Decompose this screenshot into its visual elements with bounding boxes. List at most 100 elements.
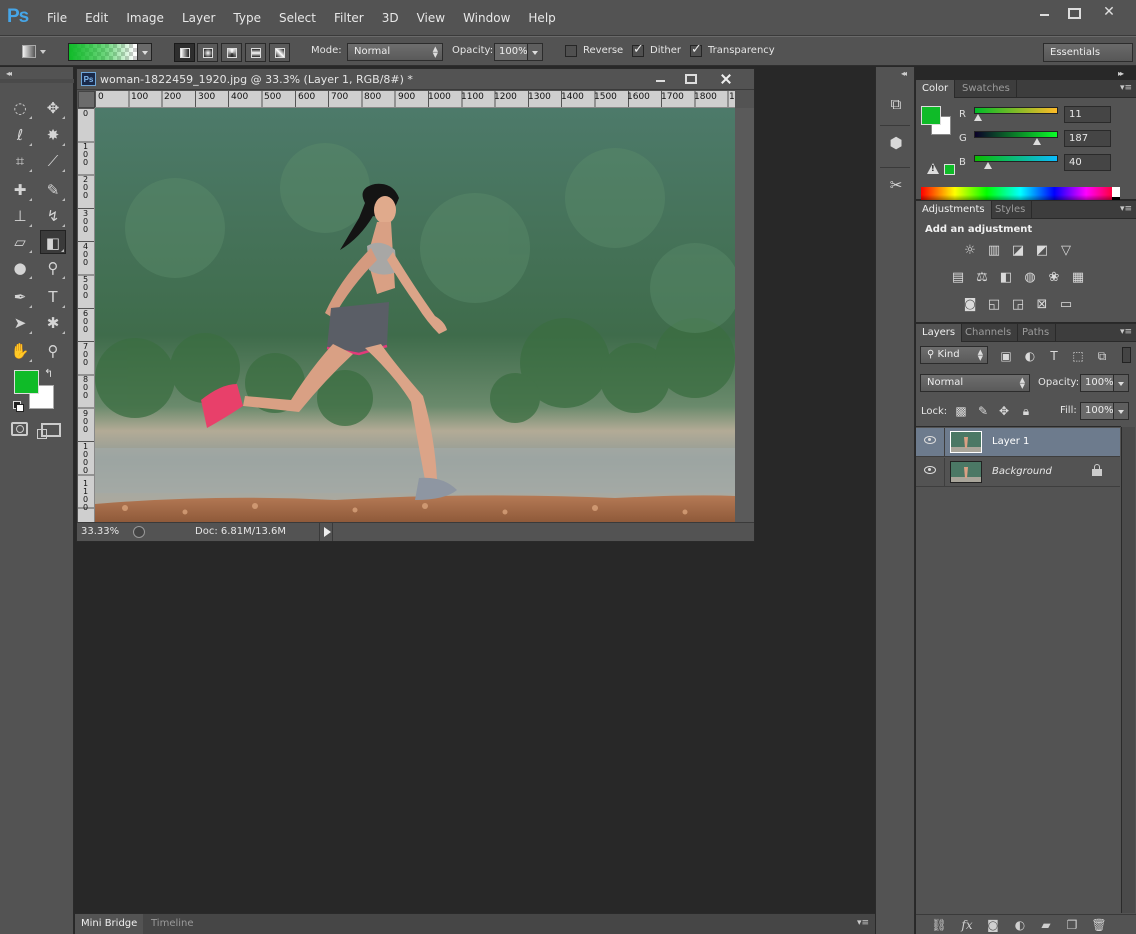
document-maximize-button[interactable] xyxy=(676,71,704,87)
angle-gradient-button[interactable] xyxy=(221,43,242,62)
fill-field[interactable]: 100% xyxy=(1080,402,1129,420)
black-white-icon[interactable]: ◧ xyxy=(997,270,1015,286)
image-canvas[interactable] xyxy=(95,108,735,522)
workspace-switcher[interactable]: Essentials xyxy=(1043,43,1133,62)
photo-filter-icon[interactable]: ◍ xyxy=(1021,270,1039,286)
menu-image[interactable]: Image xyxy=(117,11,173,25)
panel-menu-icon[interactable]: ▾≡ xyxy=(1120,204,1132,214)
brush-tool-icon[interactable]: ✎ xyxy=(40,178,66,202)
menu-window[interactable]: Window xyxy=(454,11,519,25)
layer-row-layer-1[interactable]: Layer 1 xyxy=(916,428,1120,457)
app-minimize-button[interactable] xyxy=(1030,4,1060,22)
type-layer-filter-icon[interactable]: T xyxy=(1046,348,1062,364)
delete-layer-icon[interactable]: 🗑︎ xyxy=(1091,917,1107,933)
tab-layers[interactable]: Layers xyxy=(916,324,963,342)
status-menu-arrow-icon[interactable] xyxy=(324,527,331,537)
fill-dropdown-icon[interactable] xyxy=(1113,402,1129,420)
layers-scrollbar[interactable] xyxy=(1121,427,1135,913)
vertical-ruler[interactable]: 0 1 0 0 2 0 0 3 0 0 4 0 0 5 0 0 6 0 0 7 … xyxy=(78,108,95,522)
ruler-origin[interactable] xyxy=(78,91,95,108)
menu-3d[interactable]: 3D xyxy=(373,11,408,25)
eye-icon[interactable] xyxy=(924,466,936,474)
adjustment-layer-filter-icon[interactable]: ◐ xyxy=(1022,348,1038,364)
gradient-tool-icon[interactable]: ◧ xyxy=(40,230,66,254)
reflected-gradient-button[interactable] xyxy=(245,43,266,62)
shape-layer-filter-icon[interactable]: ⬚ xyxy=(1070,348,1086,364)
tab-paths[interactable]: Paths xyxy=(1016,324,1057,342)
gradient-picker[interactable] xyxy=(68,43,152,61)
hue-saturation-icon[interactable]: ▤ xyxy=(949,270,967,286)
vibrance-icon[interactable]: ▽ xyxy=(1057,243,1075,259)
radial-gradient-button[interactable] xyxy=(197,43,218,62)
layer-style-icon[interactable]: fx xyxy=(959,917,975,933)
type-tool-icon[interactable]: T xyxy=(40,285,66,309)
lock-image-pixels-icon[interactable]: ✎ xyxy=(975,403,991,419)
new-adjustment-layer-icon[interactable]: ◐ xyxy=(1012,917,1028,933)
blue-slider-thumb[interactable] xyxy=(984,162,992,169)
share-status-icon[interactable] xyxy=(133,526,145,538)
3d-panel-icon[interactable]: ⬢ xyxy=(886,133,906,153)
collapse-panels-icon[interactable]: ▸▸ xyxy=(1118,69,1124,78)
opacity-dropdown-icon[interactable] xyxy=(527,43,543,61)
pixel-layer-filter-icon[interactable]: ▣ xyxy=(998,348,1014,364)
blue-slider[interactable] xyxy=(974,155,1058,169)
red-value-field[interactable]: 11 xyxy=(1064,106,1111,123)
new-layer-icon[interactable]: ❐ xyxy=(1064,917,1080,933)
document-title-bar[interactable]: Ps woman-1822459_1920.jpg @ 33.3% (Layer… xyxy=(77,69,754,90)
eyedropper-tool-icon[interactable]: ⟋ xyxy=(40,149,66,173)
blur-tool-icon[interactable]: ● xyxy=(7,256,33,280)
marquee-tool-icon[interactable]: ◌ xyxy=(7,96,33,120)
tab-styles[interactable]: Styles xyxy=(989,201,1033,219)
new-group-icon[interactable]: ▰ xyxy=(1038,917,1054,933)
menu-select[interactable]: Select xyxy=(270,11,325,25)
gradient-dropdown-icon[interactable] xyxy=(137,44,151,60)
shape-tool-icon[interactable]: ✱ xyxy=(40,311,66,335)
reverse-checkbox[interactable] xyxy=(565,45,577,57)
layer-filter-kind-select[interactable]: ⚲ Kind ▲ ▼ xyxy=(920,346,988,364)
app-close-button[interactable]: ✕ xyxy=(1094,4,1124,22)
channel-mixer-icon[interactable]: ❀ xyxy=(1045,270,1063,286)
menu-view[interactable]: View xyxy=(408,11,454,25)
brightness-contrast-icon[interactable]: ☼ xyxy=(961,243,979,259)
red-slider[interactable] xyxy=(974,107,1058,121)
horizontal-ruler[interactable]: 0 100 200 300 400 500 600 700 800 900 10… xyxy=(95,91,735,108)
layer-opacity-field[interactable]: 100% xyxy=(1080,374,1129,392)
tab-adjustments[interactable]: Adjustments xyxy=(916,201,992,219)
layer-name[interactable]: Background xyxy=(992,466,1052,477)
gradient-map-icon[interactable]: ▭ xyxy=(1057,297,1075,313)
menu-help[interactable]: Help xyxy=(519,11,564,25)
menu-type[interactable]: Type xyxy=(224,11,270,25)
eraser-tool-icon[interactable]: ▱ xyxy=(7,230,33,254)
lasso-tool-icon[interactable]: ℓ xyxy=(7,123,33,147)
clone-stamp-tool-icon[interactable]: ⊥ xyxy=(7,204,33,228)
layer-row-background[interactable]: Background xyxy=(916,458,1120,487)
quick-mask-icon[interactable] xyxy=(11,422,28,436)
lock-all-icon[interactable]: 🔒︎ xyxy=(1018,403,1034,419)
tool-preset-picker[interactable] xyxy=(14,42,50,62)
tab-color[interactable]: Color xyxy=(916,80,956,98)
collapse-dock-icon[interactable]: ◂◂ xyxy=(901,69,907,78)
gamut-swatch[interactable] xyxy=(944,164,955,175)
default-colors-icon[interactable] xyxy=(13,401,24,412)
color-panel-foreground-swatch[interactable] xyxy=(921,106,941,125)
green-slider-thumb[interactable] xyxy=(1033,138,1041,145)
mode-select[interactable]: Normal ▲ ▼ xyxy=(347,43,443,61)
threshold-icon[interactable]: ◲ xyxy=(1009,297,1027,313)
link-layers-icon[interactable]: ⛓ xyxy=(931,917,947,933)
blend-mode-select[interactable]: Normal ▲ ▼ xyxy=(920,374,1030,392)
selective-color-icon[interactable]: ⊠ xyxy=(1033,297,1051,313)
menu-filter[interactable]: Filter xyxy=(325,11,373,25)
history-brush-tool-icon[interactable]: ↯ xyxy=(40,204,66,228)
green-value-field[interactable]: 187 xyxy=(1064,130,1111,147)
tool-presets-icon[interactable]: ✂ xyxy=(886,175,906,195)
menu-edit[interactable]: Edit xyxy=(76,11,117,25)
eye-icon[interactable] xyxy=(924,436,936,444)
tab-mini-bridge[interactable]: Mini Bridge xyxy=(75,914,144,934)
pen-tool-icon[interactable]: ✒ xyxy=(7,285,33,309)
hand-tool-icon[interactable]: ✋ xyxy=(7,339,33,363)
panel-menu-icon[interactable]: ▾≡ xyxy=(857,918,869,928)
menu-layer[interactable]: Layer xyxy=(173,11,224,25)
magic-wand-tool-icon[interactable]: ✸ xyxy=(40,123,66,147)
filter-toggle-switch[interactable] xyxy=(1122,347,1131,363)
zoom-level[interactable]: 33.33% xyxy=(81,526,119,537)
